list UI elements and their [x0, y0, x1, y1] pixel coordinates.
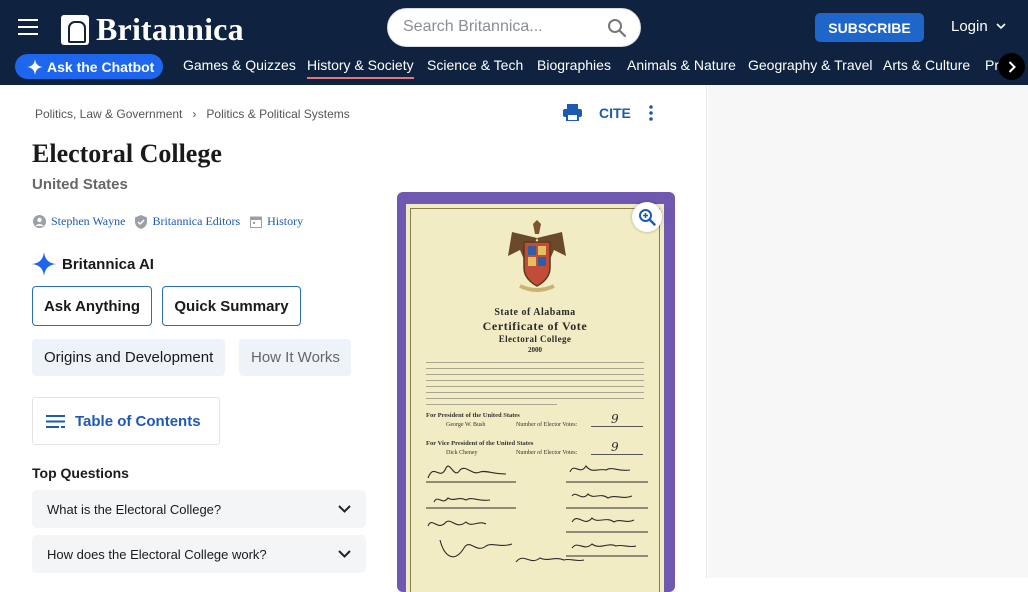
vp-name: Dick Cheney	[446, 450, 478, 456]
president-votes: 9	[611, 412, 619, 426]
chip-how-it-works[interactable]: How It Works	[239, 339, 351, 376]
history-label: History	[267, 214, 304, 228]
login-button[interactable]: Login	[951, 18, 1006, 35]
calendar-icon	[250, 216, 263, 228]
article-meta: Stephen Wayne Britannica Editors History	[33, 214, 313, 229]
top-header: Britannica SUBSCRIBE Login Ask the Chatb…	[0, 0, 1028, 85]
certificate-year: 2000	[528, 346, 542, 354]
vp-votes: 9	[611, 440, 619, 454]
nav-history-society[interactable]: History & Society	[307, 57, 414, 79]
nav-scroll-right-button[interactable]	[998, 53, 1025, 80]
toc-label: Table of Contents	[75, 412, 201, 430]
president-votes-label: Number of Elector Votes:	[516, 422, 578, 428]
right-sidebar	[708, 85, 1028, 578]
britannica-ai-heading: Britannica AI	[32, 252, 154, 276]
chevron-down-icon	[338, 550, 351, 558]
editors-name: Britannica Editors	[152, 214, 241, 228]
certificate-subtitle: Electoral College	[498, 334, 572, 344]
britannica-ai-label: Britannica AI	[62, 255, 154, 273]
article-main: Politics, Law & Government › Politics & …	[0, 85, 707, 592]
vp-label: For Vice President of the United States	[426, 440, 534, 447]
article-tools: CITE	[563, 104, 653, 121]
question-text: How does the Electoral College work?	[47, 546, 267, 562]
quick-summary-button[interactable]: Quick Summary	[162, 286, 301, 326]
sparkle-icon	[32, 252, 56, 276]
chip-origins-development[interactable]: Origins and Development	[32, 339, 226, 376]
cite-button[interactable]: CITE	[599, 105, 631, 121]
print-icon[interactable]	[563, 104, 582, 121]
question-item[interactable]: What is the Electoral College?	[32, 490, 366, 528]
britannica-logo[interactable]: Britannica	[61, 11, 244, 48]
shield-check-icon	[135, 214, 148, 229]
zoom-in-button[interactable]	[632, 202, 662, 232]
chevron-right-icon	[1008, 60, 1016, 73]
nav-animals-nature[interactable]: Animals & Nature	[627, 57, 736, 73]
author-name: Stephen Wayne	[51, 214, 126, 228]
logo-thistle-icon	[61, 14, 89, 45]
certificate-body-text	[426, 362, 644, 410]
nav-biographies[interactable]: Biographies	[537, 57, 611, 73]
elector-signatures	[426, 465, 648, 563]
breadcrumb-separator: ›	[192, 107, 197, 121]
certificate-state: State of Alabama	[494, 307, 576, 318]
page-title: Electoral College	[32, 139, 222, 168]
sparkle-icon	[27, 58, 43, 75]
vp-votes-label: Number of Elector Votes:	[516, 450, 578, 456]
nav-truncated-item[interactable]: Pr	[985, 57, 999, 73]
ask-chatbot-button[interactable]: Ask the Chatbot	[15, 54, 163, 79]
ask-anything-button[interactable]: Ask Anything	[32, 286, 152, 326]
nav-geography-travel[interactable]: Geography & Travel	[748, 57, 873, 73]
breadcrumb: Politics, Law & Government › Politics & …	[35, 107, 350, 121]
logo-text: Britannica	[96, 11, 244, 47]
chatbot-label: Ask the Chatbot	[47, 58, 155, 75]
menu-icon[interactable]	[18, 19, 38, 35]
president-label: For President of the United States	[426, 412, 520, 419]
breadcrumb-item-politics-law-government[interactable]: Politics, Law & Government	[35, 107, 182, 121]
certificate-of-vote-image[interactable]: State of Alabama Certificate of Vote Ele…	[397, 192, 675, 592]
question-item[interactable]: How does the Electoral College work?	[32, 535, 366, 573]
author-link[interactable]: Stephen Wayne	[33, 214, 125, 229]
login-label: Login	[951, 18, 988, 35]
search-icon[interactable]	[607, 18, 627, 38]
certificate-document: State of Alabama Certificate of Vote Ele…	[406, 204, 664, 592]
zoom-in-icon	[639, 209, 656, 226]
page-subtitle: United States	[32, 176, 128, 193]
nav-arts-culture[interactable]: Arts & Culture	[883, 57, 970, 73]
president-name: George W. Bush	[446, 422, 486, 428]
breadcrumb-item-politics-political-systems[interactable]: Politics & Political Systems	[206, 107, 349, 121]
more-options-icon[interactable]	[649, 104, 653, 121]
subscribe-button[interactable]: SUBSCRIBE	[815, 13, 924, 42]
table-of-contents-button[interactable]: Table of Contents	[32, 397, 220, 445]
search-box[interactable]	[387, 8, 641, 47]
question-text: What is the Electoral College?	[47, 501, 222, 517]
alabama-coat-of-arms-icon	[508, 220, 566, 292]
editors-link[interactable]: Britannica Editors	[135, 214, 240, 229]
history-link[interactable]: History	[250, 214, 303, 229]
nav-science-tech[interactable]: Science & Tech	[427, 57, 523, 73]
top-questions-heading: Top Questions	[32, 465, 129, 481]
certificate-title: Certificate of Vote	[482, 319, 588, 333]
search-input[interactable]	[403, 18, 603, 36]
nav-games-quizzes[interactable]: Games & Quizzes	[183, 57, 296, 73]
user-icon	[33, 215, 46, 228]
list-icon	[46, 414, 65, 428]
chevron-down-icon	[996, 23, 1006, 30]
chevron-down-icon	[338, 505, 351, 513]
